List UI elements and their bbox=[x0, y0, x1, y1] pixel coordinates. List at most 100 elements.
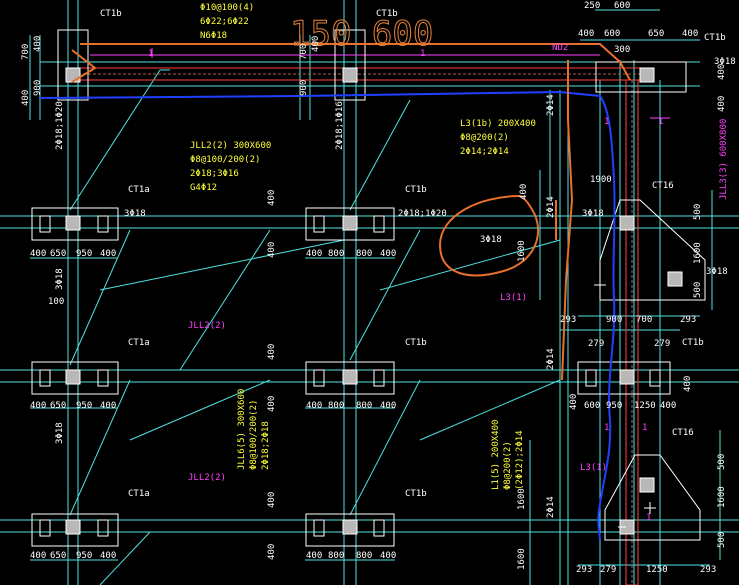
dim: 400 bbox=[519, 184, 529, 200]
rebar-2-18-1-20: 2Φ18;1Φ20 bbox=[398, 209, 447, 219]
dim: 950 bbox=[76, 401, 92, 411]
dim: 400 bbox=[306, 401, 322, 411]
dim: 400 bbox=[380, 249, 396, 259]
dim: 400 bbox=[30, 249, 46, 259]
dim: 900 bbox=[606, 315, 622, 325]
marker-1: 1 bbox=[658, 117, 663, 127]
nd2-label: ND2 bbox=[552, 43, 568, 53]
jll2-title: JLL2(2) 300X600 bbox=[190, 141, 271, 151]
dim: 600 bbox=[614, 1, 630, 11]
dim: 800 bbox=[328, 401, 344, 411]
dim: 400 bbox=[380, 551, 396, 561]
dim: 400 bbox=[267, 492, 277, 508]
l145-title: L1(5) 200X400 bbox=[491, 420, 501, 490]
jll2-label-2: JLL2(2) bbox=[188, 321, 226, 331]
dim: 600 bbox=[584, 401, 600, 411]
marker-1: 1 bbox=[646, 513, 651, 523]
top-beam-side: N6Φ18 bbox=[200, 31, 227, 41]
dim: 400 bbox=[578, 29, 594, 39]
dim: 400 bbox=[100, 401, 116, 411]
dim: 1600 bbox=[693, 242, 703, 264]
dim: 400 bbox=[267, 396, 277, 412]
dim: 800 bbox=[356, 249, 372, 259]
jll2-stirrup: Φ8@100/200(2) bbox=[190, 155, 260, 165]
blue-markup-line bbox=[39, 90, 616, 541]
dim: 1600 bbox=[517, 240, 527, 262]
rebar-3-18-a: 3Φ18 bbox=[124, 209, 146, 219]
dim: 900 bbox=[299, 80, 309, 96]
marker-1: 1 bbox=[148, 49, 153, 59]
dim: 1900 bbox=[590, 175, 612, 185]
label-ct1a-1: CT1a bbox=[128, 185, 150, 195]
dim: 279 bbox=[588, 339, 604, 349]
jll3-title: JLL3(3) 600X800 bbox=[719, 119, 729, 200]
rebar-2-18-1-20-v: 2Φ18;1Φ20 bbox=[55, 101, 65, 150]
label-ct1b-2: CT1b bbox=[376, 9, 398, 19]
dim: 400 bbox=[267, 344, 277, 360]
dim: 400 bbox=[660, 401, 676, 411]
dim: 700 bbox=[636, 315, 652, 325]
dim: 500 bbox=[717, 454, 727, 470]
magenta-line bbox=[90, 48, 670, 119]
dim: 800 bbox=[356, 551, 372, 561]
l3-1b-title: L3(1b) 200X400 bbox=[460, 119, 536, 129]
dim: 650 bbox=[648, 29, 664, 39]
dim: 400 bbox=[717, 64, 727, 80]
dim: 293 bbox=[700, 565, 716, 575]
dim: 800 bbox=[328, 551, 344, 561]
dim: 279 bbox=[654, 339, 670, 349]
label-ct1b-5: CT1b bbox=[405, 338, 427, 348]
dim: 400 bbox=[267, 190, 277, 206]
dim: 279 bbox=[600, 565, 616, 575]
label-ct1b-3: CT1b bbox=[704, 33, 726, 43]
dim: 400 bbox=[682, 29, 698, 39]
rebar-2-18-1-16-v: 2Φ18;1Φ16 bbox=[335, 101, 345, 150]
dim: 400 bbox=[100, 551, 116, 561]
marker-1: 1 bbox=[642, 423, 647, 433]
dim: 400 bbox=[30, 401, 46, 411]
rebar-3-18-v2: 3Φ18 bbox=[55, 422, 65, 444]
dim: 400 bbox=[267, 544, 277, 560]
dim: 400 bbox=[33, 36, 43, 52]
l3-1b-bars: 2Φ14;2Φ14 bbox=[460, 147, 509, 157]
dim: 650 bbox=[50, 551, 66, 561]
dim: 400 bbox=[717, 96, 727, 112]
label-ct1b-6: CT1b bbox=[405, 489, 427, 499]
dim: 700 bbox=[21, 44, 31, 60]
label-ct1b-4: CT1b bbox=[405, 185, 427, 195]
rebar-2-14-b: 2Φ14 bbox=[546, 348, 556, 370]
dim: 300 bbox=[614, 45, 630, 55]
structural-lines bbox=[0, 0, 739, 585]
rebar-3-18-c: 3Φ18 bbox=[582, 209, 604, 219]
dim: 950 bbox=[606, 401, 622, 411]
cad-drawing-canvas[interactable]: 150 600 CT1b CT1b CT1b CT1a CT1b CT1a CT… bbox=[0, 0, 739, 585]
l145-bars: (2Φ12);2Φ14 bbox=[515, 430, 525, 490]
dim: 600 bbox=[604, 29, 620, 39]
dim: 293 bbox=[560, 315, 576, 325]
dim: 400 bbox=[30, 551, 46, 561]
rebar-3-18-v1: 3Φ18 bbox=[55, 268, 65, 290]
rotated-annotations: JLL6(5) 300X600 Φ8@100/200(2) 2Φ18;2Φ18 … bbox=[237, 119, 729, 490]
rebar-3-18-d: 3Φ18 bbox=[706, 267, 728, 277]
dim: 500 bbox=[693, 204, 703, 220]
dim: 400 bbox=[100, 249, 116, 259]
rebar-2-14-d: 2Φ14 bbox=[546, 94, 556, 116]
jll6-title: JLL6(5) 300X600 bbox=[237, 389, 247, 470]
dim: 650 bbox=[50, 249, 66, 259]
dim: 1250 bbox=[634, 401, 656, 411]
dim: 400 bbox=[306, 249, 322, 259]
dim: 293 bbox=[576, 565, 592, 575]
l3-1-label-a: L3(1) bbox=[500, 293, 527, 303]
label-ct16-2: CT16 bbox=[672, 428, 694, 438]
dim: 1600 bbox=[717, 486, 727, 508]
dim: 400 bbox=[21, 90, 31, 106]
dim: 1250 bbox=[646, 565, 668, 575]
dim: 400 bbox=[569, 394, 579, 410]
l145-stirrup: Φ8@200(2) bbox=[503, 441, 513, 490]
jll2-label-3: JLL2(2) bbox=[188, 473, 226, 483]
jll2-side: G4Φ12 bbox=[190, 183, 217, 193]
dim: 950 bbox=[76, 249, 92, 259]
dim: 400 bbox=[311, 36, 321, 52]
dim: 700 bbox=[299, 44, 309, 60]
jll6-bars: 2Φ18;2Φ18 bbox=[261, 421, 271, 470]
